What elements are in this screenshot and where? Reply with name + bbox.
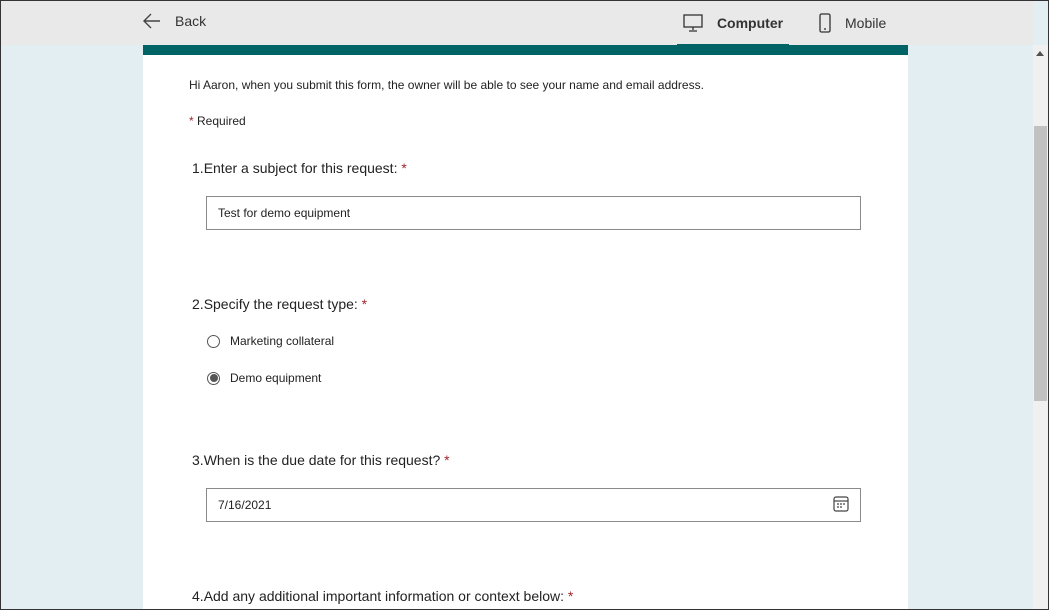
due-date-value: 7/16/2021	[218, 498, 272, 512]
phone-icon	[819, 12, 831, 33]
q2-text: Specify the request type:	[203, 296, 358, 312]
q4-number: 4.	[192, 588, 204, 604]
question-3-title: 3.When is the due date for this request?…	[192, 452, 450, 468]
required-note: * Required	[189, 114, 246, 128]
q3-required: *	[444, 452, 450, 468]
radio-demo-equipment[interactable]: Demo equipment	[207, 371, 321, 385]
q1-text: Enter a subject for this request:	[203, 160, 398, 176]
q1-required: *	[401, 160, 407, 176]
back-label: Back	[175, 13, 207, 29]
question-1-title: 1.Enter a subject for this request: *	[192, 160, 407, 176]
question-2-title: 2.Specify the request type: *	[192, 296, 367, 312]
tab-mobile-label: Mobile	[845, 14, 887, 31]
tab-computer-label: Computer	[716, 14, 784, 31]
window: Back Computer Mobile Hi Aaron, when you …	[0, 0, 1049, 610]
q3-number: 3.	[192, 452, 204, 468]
radio-circle-selected[interactable]	[207, 371, 220, 385]
required-mark: *	[189, 114, 194, 128]
tab-mobile[interactable]: Mobile	[819, 1, 886, 44]
calendar-icon[interactable]	[833, 496, 849, 512]
form-card: Hi Aaron, when you submit this form, the…	[143, 45, 908, 609]
back-button[interactable]: Back	[143, 13, 206, 29]
q1-number: 1.	[192, 160, 204, 176]
question-4-title: 4.Add any additional important informati…	[192, 588, 573, 604]
radio-label: Marketing collateral	[230, 334, 335, 348]
q2-number: 2.	[192, 296, 204, 312]
q2-required: *	[361, 296, 368, 312]
radio-marketing-collateral[interactable]: Marketing collateral	[207, 334, 334, 348]
scrollbar-thumb[interactable]	[1034, 126, 1047, 401]
required-label: Required	[197, 114, 246, 128]
q3-text: When is the due date for this request?	[203, 452, 441, 468]
radio-circle[interactable]	[207, 334, 220, 348]
top-bar: Back Computer Mobile	[1, 1, 1033, 46]
due-date-input[interactable]: 7/16/2021	[206, 488, 861, 522]
q4-required: *	[567, 588, 574, 604]
q4-text: Add any additional important information…	[203, 588, 565, 604]
tab-computer[interactable]: Computer	[677, 1, 789, 46]
scrollbar[interactable]	[1033, 45, 1048, 609]
arrow-left-icon	[143, 13, 160, 29]
radio-label: Demo equipment	[230, 371, 322, 385]
scroll-up-arrow-icon[interactable]	[1036, 51, 1044, 56]
theme-band	[143, 45, 908, 55]
subject-input[interactable]: Test for demo equipment	[206, 196, 861, 230]
monitor-icon	[683, 13, 703, 32]
intro-text: Hi Aaron, when you submit this form, the…	[189, 78, 704, 92]
